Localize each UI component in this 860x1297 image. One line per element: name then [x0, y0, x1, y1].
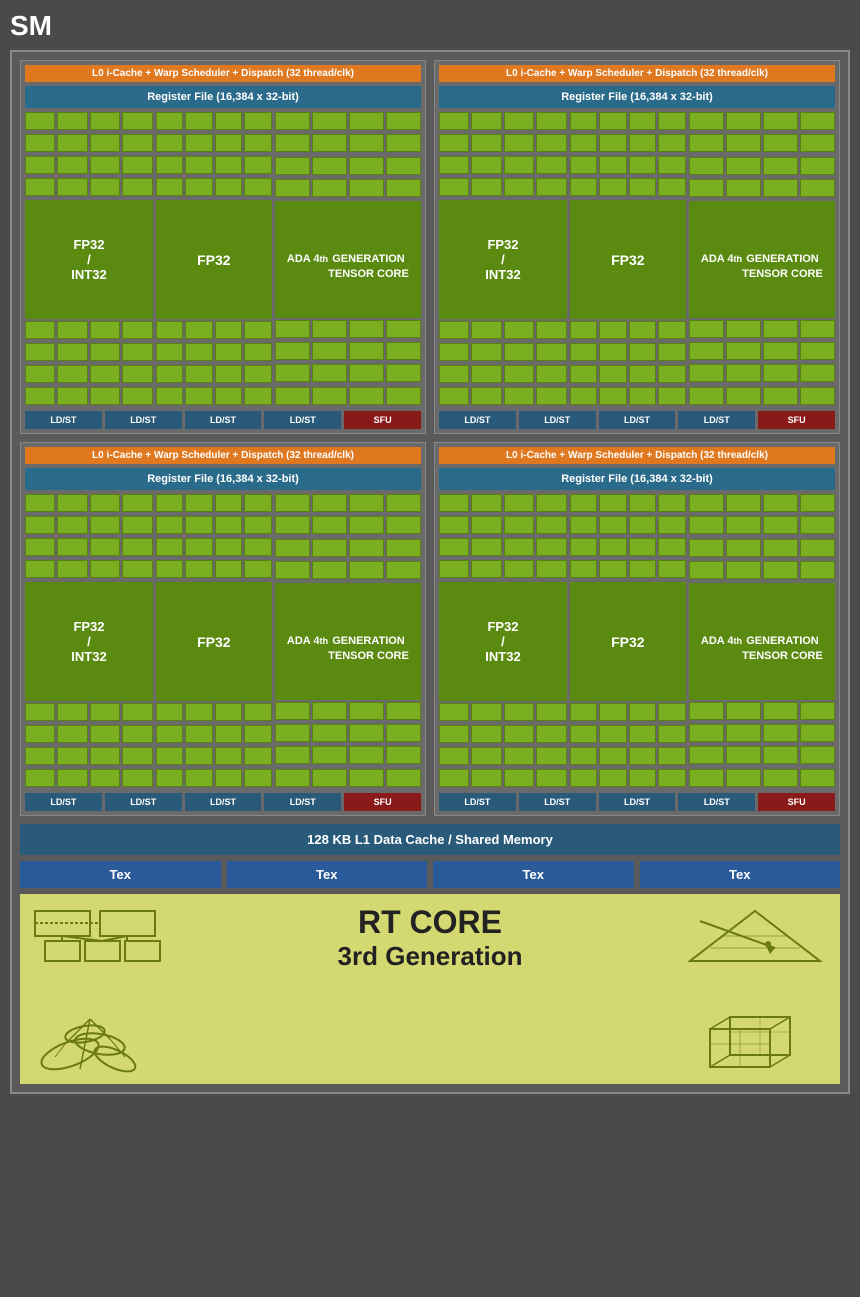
l1-cache-bar: 128 KB L1 Data Cache / Shared Memory [20, 824, 840, 855]
top-quadrant-row: L0 i-Cache + Warp Scheduler + Dispatch (… [20, 60, 840, 434]
rt-diagram-right-bottom [680, 1009, 830, 1074]
rt-core-section: RT CORE 3rd Generation [20, 894, 840, 1084]
bottom-units-1: LD/ST LD/ST LD/ST LD/ST SFU [25, 411, 421, 429]
tex-row: Tex Tex Tex Tex [20, 861, 840, 888]
l0-cache-bar-1: L0 i-Cache + Warp Scheduler + Dispatch (… [25, 65, 421, 82]
bottom-units-2: LD/ST LD/ST LD/ST LD/ST SFU [439, 411, 835, 429]
quadrant-1: L0 i-Cache + Warp Scheduler + Dispatch (… [20, 60, 426, 434]
ldst-3-2: LD/ST [105, 793, 182, 811]
ldst-1-4: LD/ST [264, 411, 341, 429]
ldst-3-4: LD/ST [264, 793, 341, 811]
tex-unit-3: Tex [433, 861, 634, 888]
fp32-int32-label-4: FP32/INT32 [439, 582, 567, 701]
ldst-4-3: LD/ST [599, 793, 676, 811]
rt-diagram-right-top [680, 906, 830, 971]
fp32-int32-label-2: FP32/INT32 [439, 200, 567, 319]
main-container: L0 i-Cache + Warp Scheduler + Dispatch (… [10, 50, 850, 1094]
tensor-label-3: ADA 4thGENERATIONTENSOR CORE [275, 583, 421, 700]
tensor-label-2: ADA 4thGENERATIONTENSOR CORE [689, 201, 835, 318]
ldst-2-3: LD/ST [599, 411, 676, 429]
ldst-1-2: LD/ST [105, 411, 182, 429]
rt-diagram-left-top [30, 906, 180, 971]
tensor-label-4: ADA 4thGENERATIONTENSOR CORE [689, 583, 835, 700]
ldst-3-3: LD/ST [185, 793, 262, 811]
fp32-int32-label-3: FP32/INT32 [25, 582, 153, 701]
l0-cache-bar-4: L0 i-Cache + Warp Scheduler + Dispatch (… [439, 447, 835, 464]
fp32-label-3: FP32 [156, 582, 272, 701]
sfu-1: SFU [344, 411, 421, 429]
ldst-1-1: LD/ST [25, 411, 102, 429]
tex-unit-4: Tex [640, 861, 841, 888]
ldst-1-3: LD/ST [185, 411, 262, 429]
ldst-4-1: LD/ST [439, 793, 516, 811]
ldst-2-4: LD/ST [678, 411, 755, 429]
l0-cache-bar-2: L0 i-Cache + Warp Scheduler + Dispatch (… [439, 65, 835, 82]
ldst-4-2: LD/ST [519, 793, 596, 811]
fp32-label-1: FP32 [156, 200, 272, 319]
l0-cache-bar-3: L0 i-Cache + Warp Scheduler + Dispatch (… [25, 447, 421, 464]
sfu-2: SFU [758, 411, 835, 429]
rt-diagram-left-bottom [30, 1009, 180, 1074]
tensor-label-1: ADA 4thGENERATIONTENSOR CORE [275, 201, 421, 318]
tex-unit-1: Tex [20, 861, 221, 888]
quadrant-4: L0 i-Cache + Warp Scheduler + Dispatch (… [434, 442, 840, 816]
tex-unit-2: Tex [227, 861, 428, 888]
register-file-bar-4: Register File (16,384 x 32-bit) [439, 468, 835, 490]
register-file-bar-1: Register File (16,384 x 32-bit) [25, 86, 421, 108]
ldst-2-2: LD/ST [519, 411, 596, 429]
quadrant-3: L0 i-Cache + Warp Scheduler + Dispatch (… [20, 442, 426, 816]
quadrant-2: L0 i-Cache + Warp Scheduler + Dispatch (… [434, 60, 840, 434]
sfu-3: SFU [344, 793, 421, 811]
fp32-int32-label-1: FP32/INT32 [25, 200, 153, 319]
bottom-quadrant-row: L0 i-Cache + Warp Scheduler + Dispatch (… [20, 442, 840, 816]
sm-title: SM [10, 10, 850, 42]
register-file-bar-2: Register File (16,384 x 32-bit) [439, 86, 835, 108]
ldst-3-1: LD/ST [25, 793, 102, 811]
register-file-bar-3: Register File (16,384 x 32-bit) [25, 468, 421, 490]
ldst-2-1: LD/ST [439, 411, 516, 429]
bottom-units-4: LD/ST LD/ST LD/ST LD/ST SFU [439, 793, 835, 811]
rt-core-title: RT CORE 3rd Generation [180, 904, 680, 972]
ldst-4-4: LD/ST [678, 793, 755, 811]
fp32-label-2: FP32 [570, 200, 686, 319]
sfu-4: SFU [758, 793, 835, 811]
bottom-units-3: LD/ST LD/ST LD/ST LD/ST SFU [25, 793, 421, 811]
fp32-label-4: FP32 [570, 582, 686, 701]
